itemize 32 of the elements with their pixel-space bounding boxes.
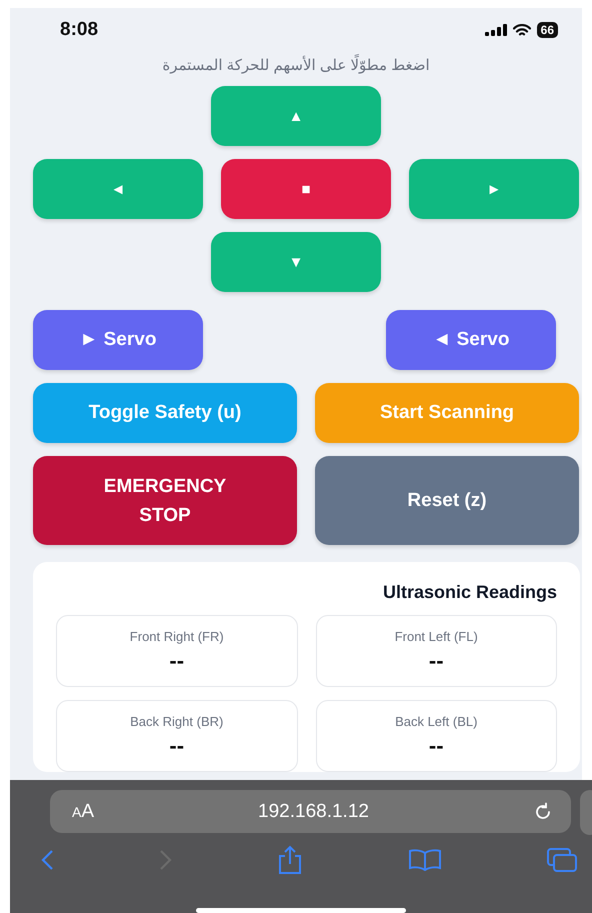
right-button[interactable]: ►	[409, 159, 579, 219]
card-title: Ultrasonic Readings	[382, 582, 557, 603]
share-icon[interactable]	[277, 845, 303, 876]
signal-icon	[484, 24, 507, 36]
hint-text: اضغط مطوّلًا على الأسهم للحركة المستمرة	[10, 56, 582, 74]
sensor-label: Back Left (BL)	[395, 714, 478, 728]
sensor-value: --	[169, 732, 184, 758]
back-icon[interactable]	[40, 849, 54, 872]
servo-button[interactable]: ◄ Servo	[386, 310, 556, 370]
servo-button[interactable]: ► Servo	[33, 310, 203, 370]
up-button[interactable]: ▲	[211, 86, 381, 146]
sensor-label: Front Right (FR)	[130, 628, 224, 644]
safety-button[interactable]: Toggle Safety (u)	[33, 383, 297, 443]
status-time: 8:08	[60, 19, 98, 41]
book-icon[interactable]	[408, 849, 442, 872]
sensor-value: --	[169, 648, 184, 674]
reload-icon[interactable]	[533, 802, 553, 822]
stop-button[interactable]: ■	[221, 159, 391, 219]
sensor-label: Back Right (BR)	[130, 714, 224, 728]
battery-level: 66	[536, 22, 558, 38]
tabs-icon[interactable]	[546, 847, 578, 874]
emergency-button[interactable]: EMERGENCY STOP	[33, 456, 297, 545]
text-size-button[interactable]: AA	[72, 800, 94, 823]
down-button[interactable]: ▼	[211, 232, 381, 292]
sensor-label: Front Left (FL)	[394, 628, 478, 644]
sensor-value: --	[428, 648, 444, 674]
url-text: 192.168.1.12	[257, 800, 370, 823]
address-bar[interactable]: AA 192.168.1.12	[50, 790, 571, 834]
sensor-value: --	[428, 732, 444, 758]
reset-button[interactable]: Reset (z)	[315, 456, 579, 545]
left-button[interactable]: ◄	[33, 159, 203, 219]
wifi-icon	[512, 24, 531, 36]
